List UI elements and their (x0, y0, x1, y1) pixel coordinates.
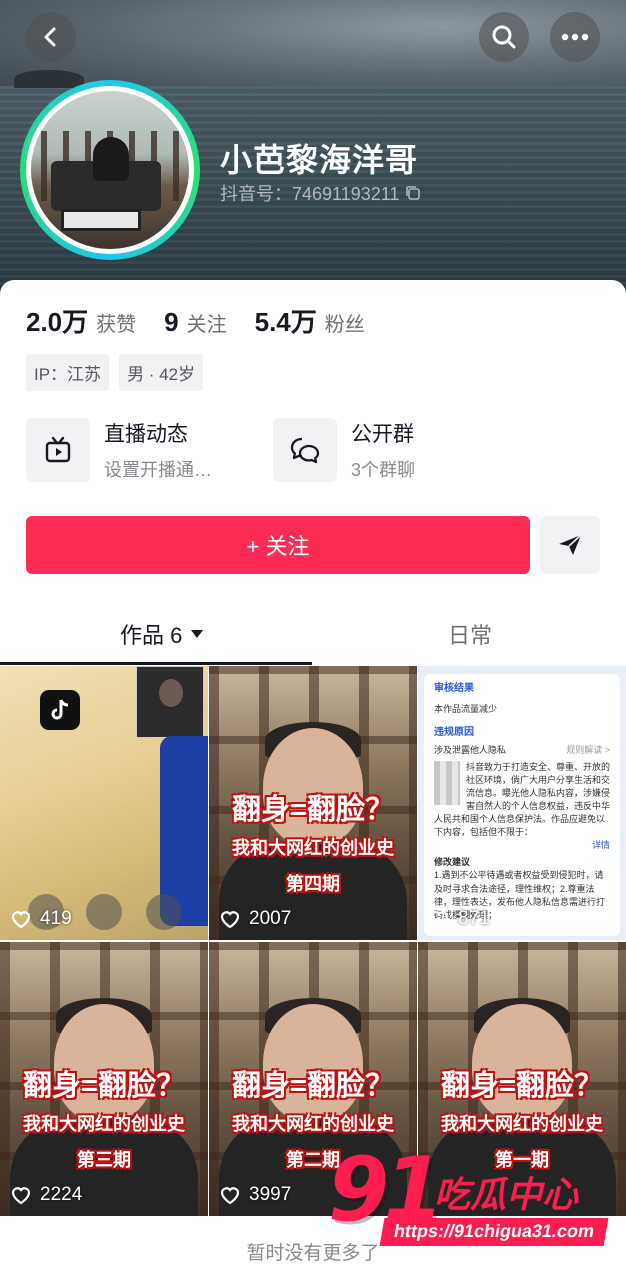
share-button[interactable] (540, 516, 600, 574)
live-icon-box (26, 418, 90, 482)
search-icon (492, 25, 516, 49)
group-icon-box (273, 418, 337, 482)
chevron-left-icon (44, 27, 56, 47)
profile-name: 小芭黎海洋哥 (220, 142, 419, 178)
heart-icon (220, 911, 240, 929)
tab-works-label: 作品 6 (120, 623, 183, 648)
video-thumb-2[interactable]: 翻身=翻脸？ 我和大网红的创业史 第四期 2007 (209, 666, 417, 940)
video-title: 翻身=翻脸？ (441, 1070, 603, 1102)
video-thumb-4[interactable]: 翻身=翻脸？ 我和大网红的创业史 第三期 2224 (0, 942, 208, 1216)
video-subtitle: 我和大网红的创业史 (23, 1114, 185, 1134)
heart-icon (429, 911, 449, 929)
doc-reason-link: 规则解读 > (566, 745, 610, 756)
follow-label: + 关注 (246, 534, 310, 559)
doc-suggest-title: 修改建议 (434, 857, 471, 868)
ip-tag: IP：江苏 (26, 354, 110, 391)
tab-underline (0, 662, 312, 665)
video-episode: 第四期 (286, 874, 340, 894)
caret-down-icon (191, 630, 204, 638)
avatar-frame (26, 86, 194, 254)
avatar-person (93, 137, 129, 181)
tab-daily[interactable]: 日常 (448, 618, 492, 650)
send-icon (559, 534, 582, 555)
content-tabs: 作品 6 日常 (0, 610, 626, 666)
douyin-id[interactable]: 抖音号：74691193211 (220, 180, 421, 206)
like-count-text: 2224 (40, 1184, 83, 1205)
video-title: 翻身=翻脸？ (232, 794, 394, 826)
profile-stats: 2.0万 获赞 9 关注 5.4万 粉丝 (26, 302, 393, 339)
like-count: 871 (428, 908, 490, 930)
douyin-id-text: 抖音号：74691193211 (220, 184, 400, 204)
avatar-table (61, 209, 141, 231)
doc-reason-item: 涉及泄露他人隐私 (434, 745, 507, 756)
like-count-text: 871 (458, 908, 490, 929)
video-thumb-1[interactable]: 419 (0, 666, 208, 940)
more-button[interactable] (550, 12, 600, 62)
live-subtitle: 设置开播通… (104, 460, 212, 480)
watermark: 91 吃瓜中心 https://91chigua31.com (322, 1138, 622, 1258)
video-episode: 第三期 (77, 1150, 131, 1170)
banner-island (14, 70, 84, 88)
tv-icon (45, 436, 71, 463)
likes-count[interactable]: 2.0万 (26, 302, 88, 339)
following-label: 关注 (186, 314, 227, 336)
live-updates-entry[interactable]: 直播动态 设置开播通… (26, 418, 212, 482)
avatar-image (31, 91, 189, 249)
doc-reason-title: 违规原因 (434, 726, 474, 738)
like-count: 3997 (219, 1184, 291, 1206)
chat-bubbles-icon (290, 437, 320, 464)
like-count-text: 3997 (249, 1184, 292, 1205)
profile-banner: 小芭黎海洋哥 抖音号：74691193211 (0, 0, 626, 300)
doc-reason-body: 抖音致力于打造安全、尊重、开放的社区环境，倘广大用户分享生活和交流信息。曝光他人… (434, 762, 611, 838)
search-button[interactable] (479, 12, 529, 62)
doc-result-text: 本作品流量减少 (434, 703, 498, 714)
more-dots-icon (561, 33, 589, 41)
doc-result-title: 审核结果 (434, 683, 474, 694)
heart-icon (220, 1187, 240, 1205)
pip-window (136, 666, 204, 738)
speaker-icon (86, 894, 122, 930)
profile-tags: IP：江苏 男 · 42岁 (26, 354, 204, 391)
live-title: 直播动态 (104, 423, 188, 446)
group-title: 公开群 (351, 423, 414, 446)
video-subtitle: 我和大网红的创业史 (441, 1114, 603, 1134)
following-count[interactable]: 9 (164, 307, 178, 338)
watermark-url: https://91chigua31.com (379, 1218, 609, 1246)
like-count-text: 2007 (249, 908, 292, 929)
like-count: 2007 (219, 908, 291, 930)
tab-works[interactable]: 作品 6 (120, 618, 204, 650)
tiktok-logo-glyph (51, 699, 69, 720)
likes-label: 获赞 (96, 314, 137, 336)
blurred-image (434, 761, 460, 806)
gender-age-tag: 男 · 42岁 (119, 354, 204, 391)
camera-icon (146, 894, 182, 930)
back-button[interactable] (26, 12, 76, 62)
video-subtitle: 我和大网红的创业史 (232, 1114, 394, 1134)
copy-icon[interactable] (405, 185, 421, 201)
public-group-entry[interactable]: 公开群 3个群聊 (273, 418, 415, 482)
tiktok-app-icon (40, 690, 80, 730)
doc-detail: 详情 (591, 840, 610, 851)
video-title: 翻身=翻脸？ (23, 1070, 185, 1102)
followers-count[interactable]: 5.4万 (255, 302, 317, 339)
follow-button[interactable]: + 关注 (26, 516, 530, 574)
banner-sky (0, 0, 626, 90)
followers-label: 粉丝 (324, 314, 365, 336)
like-count-text: 419 (40, 908, 72, 929)
avatar[interactable] (20, 80, 200, 260)
profile-card: 2.0万 获赞 9 关注 5.4万 粉丝 IP：江苏 男 · 42岁 直播动态 … (0, 280, 626, 1280)
heart-icon (11, 1187, 31, 1205)
watermark-brand: 吃瓜中心 (434, 1174, 579, 1215)
video-thumb-3[interactable]: 审核结果 本作品流量减少 违规原因 涉及泄露他人隐私 规则解读 > 抖音致力于打… (418, 666, 626, 940)
group-subtitle: 3个群聊 (351, 460, 416, 480)
like-count: 419 (10, 908, 72, 930)
like-count: 2224 (10, 1184, 82, 1206)
video-grid: 419 翻身=翻脸？ 我和大网红的创业史 第四期 2007 审核结果 本作品流量… (0, 666, 626, 1216)
video-subtitle: 我和大网红的创业史 (232, 838, 394, 858)
review-result-card: 审核结果 本作品流量减少 违规原因 涉及泄露他人隐私 规则解读 > 抖音致力于打… (424, 674, 620, 936)
heart-icon (11, 911, 31, 929)
video-title: 翻身=翻脸？ (232, 1070, 394, 1102)
